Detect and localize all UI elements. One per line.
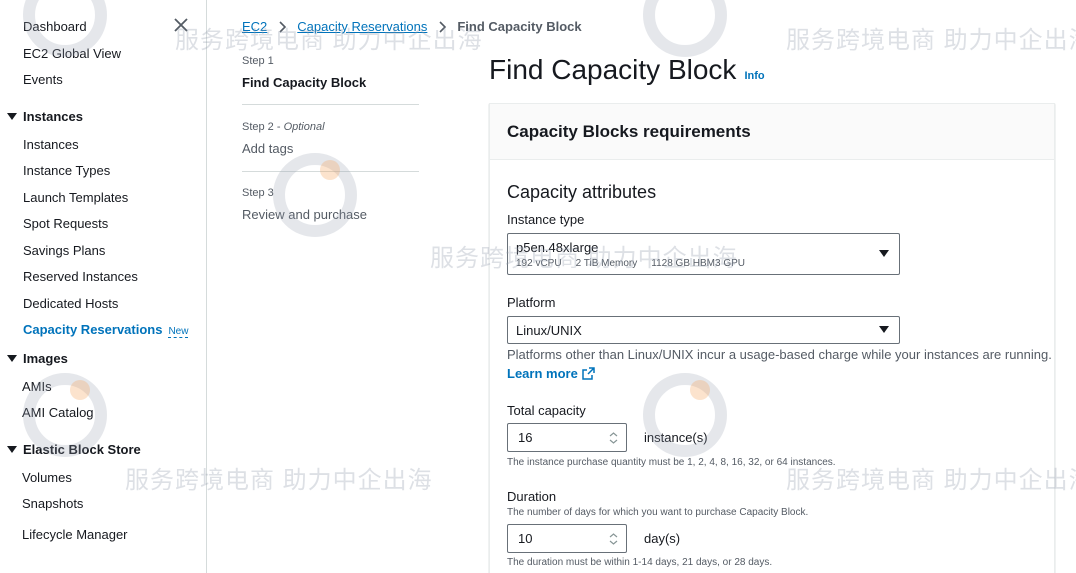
caret-down-icon <box>879 326 889 333</box>
platform-description: Platforms other than Linux/UNIX incur a … <box>507 347 1052 362</box>
sidebar-item-ami-catalog[interactable]: AMI Catalog <box>22 405 94 420</box>
instance-type-specs: 192 vCPU 2 TiB Memory 1128 GB HBM3 GPU <box>516 258 759 269</box>
sidebar-section-images[interactable]: Images <box>7 351 68 366</box>
total-capacity-input[interactable]: 16 <box>507 423 627 452</box>
wizard-step-2[interactable]: Step 2 - Optional Add tags <box>242 121 419 156</box>
watermark-logo-icon <box>643 0 727 57</box>
sidebar-item-amis[interactable]: AMIs <box>22 379 52 394</box>
requirements-panel: Capacity Blocks requirements Capacity at… <box>489 103 1055 573</box>
close-icon[interactable] <box>172 16 190 34</box>
step-title: Review and purchase <box>242 207 368 222</box>
watermark-text: 服务跨境电商 助力中企出海 <box>786 27 1076 54</box>
duration-unit: day(s) <box>644 531 681 546</box>
sidebar-section-label: Elastic Block Store <box>23 442 141 457</box>
chevron-right-icon <box>279 20 287 33</box>
sidebar-section-instances[interactable]: Instances <box>7 109 83 124</box>
sidebar-item-label: Capacity Reservations <box>23 322 163 337</box>
step-divider <box>242 104 419 105</box>
sidebar-section-label: Instances <box>23 109 83 124</box>
total-capacity-unit: instance(s) <box>644 430 708 445</box>
duration-value: 10 <box>518 531 533 546</box>
instance-type-value: p5en.48xlarge <box>516 240 599 255</box>
step-title: Find Capacity Block <box>242 75 367 90</box>
duration-label: Duration <box>507 489 557 504</box>
sidebar: Dashboard EC2 Global View Events Instanc… <box>0 0 207 573</box>
page-title-text: Find Capacity Block <box>489 54 737 85</box>
stepper-icon[interactable] <box>609 532 618 546</box>
panel-header: Capacity Blocks requirements <box>490 104 1054 160</box>
learn-more-label: Learn more <box>507 366 578 381</box>
sidebar-item-volumes[interactable]: Volumes <box>22 470 72 485</box>
caret-down-icon <box>879 250 889 257</box>
duration-description: The number of days for which you want to… <box>507 507 809 518</box>
step-label: Step 3 <box>242 187 274 199</box>
stepper-icon[interactable] <box>609 431 618 445</box>
sidebar-item-spot-requests[interactable]: Spot Requests <box>23 216 108 231</box>
step-title: Add tags <box>242 141 294 156</box>
sidebar-item-savings-plans[interactable]: Savings Plans <box>23 243 105 258</box>
platform-value: Linux/UNIX <box>516 323 582 338</box>
sidebar-item-instances[interactable]: Instances <box>23 137 79 152</box>
sidebar-item-ec2-global-view[interactable]: EC2 Global View <box>23 46 121 61</box>
total-capacity-hint: The instance purchase quantity must be 1… <box>507 457 836 468</box>
instance-type-select[interactable]: p5en.48xlarge 192 vCPU 2 TiB Memory 1128… <box>507 233 900 275</box>
breadcrumb-current: Find Capacity Block <box>457 19 582 34</box>
breadcrumb-link-ec2[interactable]: EC2 <box>242 19 267 34</box>
sidebar-item-snapshots[interactable]: Snapshots <box>22 496 83 511</box>
learn-more-link[interactable]: Learn more <box>507 366 595 381</box>
sidebar-item-events[interactable]: Events <box>23 72 63 87</box>
sidebar-item-launch-templates[interactable]: Launch Templates <box>23 190 128 205</box>
sidebar-item-reserved-instances[interactable]: Reserved Instances <box>23 269 138 284</box>
breadcrumb-link-capacity-reservations[interactable]: Capacity Reservations <box>297 19 427 34</box>
sidebar-item-instance-types[interactable]: Instance Types <box>23 163 110 178</box>
caret-down-icon <box>7 446 17 453</box>
sidebar-item-lifecycle-manager[interactable]: Lifecycle Manager <box>22 527 128 542</box>
section-title: Capacity attributes <box>507 182 657 202</box>
caret-down-icon <box>7 113 17 120</box>
instance-type-label: Instance type <box>507 212 585 227</box>
step-label: Step 2 - Optional <box>242 121 419 133</box>
total-capacity-label: Total capacity <box>507 403 586 418</box>
breadcrumb: EC2 Capacity Reservations Find Capacity … <box>242 19 582 34</box>
spec-memory: 2 TiB Memory <box>575 258 638 269</box>
duration-input[interactable]: 10 <box>507 524 627 553</box>
external-link-icon <box>582 367 595 380</box>
sidebar-section-elastic-block-store[interactable]: Elastic Block Store <box>7 442 141 457</box>
wizard-step-3[interactable]: Step 3 Review and purchase <box>242 187 419 222</box>
sidebar-item-capacity-reservations[interactable]: Capacity Reservations New <box>23 322 189 338</box>
platform-label: Platform <box>507 295 556 310</box>
page-title: Find Capacity Block Info <box>489 54 765 86</box>
duration-hint: The duration must be within 1-14 days, 2… <box>507 557 773 568</box>
step-label: Step 1 <box>242 55 274 67</box>
spec-vcpu: 192 vCPU <box>516 258 562 269</box>
platform-select[interactable]: Linux/UNIX <box>507 316 900 344</box>
optional-tag: Optional <box>283 121 325 133</box>
wizard-step-1[interactable]: Step 1 Find Capacity Block <box>242 55 419 90</box>
new-badge: New <box>168 326 189 338</box>
spec-gpu: 1128 GB HBM3 GPU <box>651 258 746 269</box>
sidebar-item-dashboard[interactable]: Dashboard <box>23 19 87 34</box>
sidebar-item-dedicated-hosts[interactable]: Dedicated Hosts <box>23 296 118 311</box>
chevron-right-icon <box>439 20 447 33</box>
total-capacity-value: 16 <box>518 430 533 445</box>
step-divider <box>242 171 419 172</box>
step-number: Step 2 - <box>242 121 284 133</box>
info-link[interactable]: Info <box>744 70 764 82</box>
sidebar-section-label: Images <box>23 351 68 366</box>
caret-down-icon <box>7 355 17 362</box>
